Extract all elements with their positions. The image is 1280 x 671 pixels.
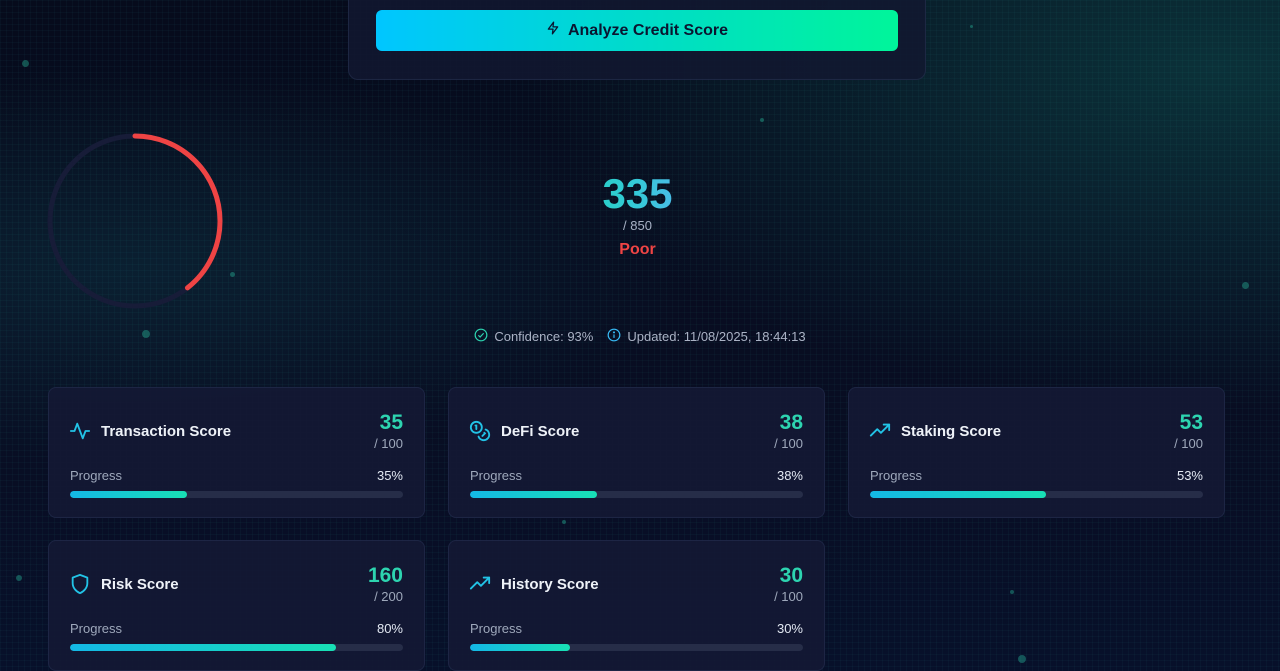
progress-percent: 30% — [776, 621, 803, 636]
card-score-max: / 100 — [774, 436, 803, 451]
confidence-indicator: Confidence: 93% — [474, 328, 593, 345]
credit-score-rating: Poor — [619, 241, 656, 258]
trending-up-icon — [469, 573, 491, 595]
progress-percent: 35% — [376, 468, 403, 483]
shield-icon — [69, 573, 91, 595]
card-title: Transaction Score — [101, 422, 232, 440]
score-card-defi: DeFi Score 38 / 100 Progress 38% — [448, 387, 825, 518]
progress-percent: 80% — [376, 621, 403, 636]
card-score-value: 53 — [1179, 411, 1203, 434]
progress-percent: 53% — [1176, 468, 1203, 483]
score-card-staking: Staking Score 53 / 100 Progress 53% — [848, 387, 1225, 518]
progress-bar-fill — [70, 491, 187, 498]
check-circle-icon — [474, 328, 488, 345]
background-particle — [970, 25, 973, 28]
card-score-max: / 100 — [774, 589, 803, 604]
confidence-text: Confidence: 93% — [494, 329, 594, 344]
trending-up-icon — [869, 420, 891, 442]
progress-label: Progress — [470, 468, 523, 483]
card-score-max: / 100 — [374, 436, 403, 451]
card-title: Risk Score — [101, 575, 179, 593]
card-score-max: / 200 — [374, 589, 403, 604]
progress-bar — [70, 644, 403, 651]
background-particle — [1010, 590, 1014, 594]
background-particle — [230, 272, 235, 277]
lightning-icon — [546, 21, 560, 40]
background-particle — [22, 60, 29, 67]
progress-bar-fill — [870, 491, 1047, 498]
progress-bar — [470, 491, 803, 498]
activity-icon — [69, 420, 91, 442]
card-title: History Score — [501, 575, 599, 593]
background-particle — [16, 575, 22, 581]
score-card-transaction: Transaction Score 35 / 100 Progress 35% — [48, 387, 425, 518]
card-score-value: 30 — [779, 564, 803, 587]
updated-text: Updated: 11/08/2025, 18:44:13 — [627, 329, 806, 344]
analyze-button-label: Analyze Credit Score — [567, 21, 729, 39]
progress-label: Progress — [70, 621, 123, 636]
card-score-value: 160 — [367, 564, 403, 587]
coins-icon — [469, 420, 491, 442]
progress-bar-fill — [70, 644, 337, 651]
card-score-max: / 100 — [1174, 436, 1203, 451]
progress-bar-fill — [470, 491, 597, 498]
progress-label: Progress — [470, 621, 523, 636]
background-particle — [1242, 282, 1249, 289]
progress-bar-fill — [470, 644, 570, 651]
progress-bar — [470, 644, 803, 651]
card-score-value: 35 — [379, 411, 403, 434]
card-title: DeFi Score — [501, 422, 580, 440]
card-title: Staking Score — [901, 422, 1002, 440]
score-meta: Confidence: 93% Updated: 11/08/2025, 18:… — [0, 328, 1280, 345]
progress-bar — [870, 491, 1203, 498]
score-card-history: History Score 30 / 100 Progress 30% — [448, 540, 825, 671]
credit-score-display: 335 / 850 Poor — [540, 168, 735, 259]
background-particle — [760, 118, 764, 122]
progress-bar — [70, 491, 403, 498]
info-icon — [607, 328, 621, 345]
updated-indicator: Updated: 11/08/2025, 18:44:13 — [607, 328, 806, 345]
progress-label: Progress — [70, 468, 123, 483]
background-particle — [1018, 655, 1026, 663]
credit-score-max: / 850 — [623, 218, 652, 233]
progress-percent: 38% — [776, 468, 803, 483]
progress-label: Progress — [870, 468, 923, 483]
score-card-risk: Risk Score 160 / 200 Progress 80% — [48, 540, 425, 671]
score-gauge — [47, 133, 223, 309]
card-score-value: 38 — [779, 411, 803, 434]
credit-score-value: 335 — [540, 168, 735, 220]
background-particle — [562, 520, 566, 524]
analyze-credit-score-button[interactable]: Analyze Credit Score — [376, 10, 898, 51]
